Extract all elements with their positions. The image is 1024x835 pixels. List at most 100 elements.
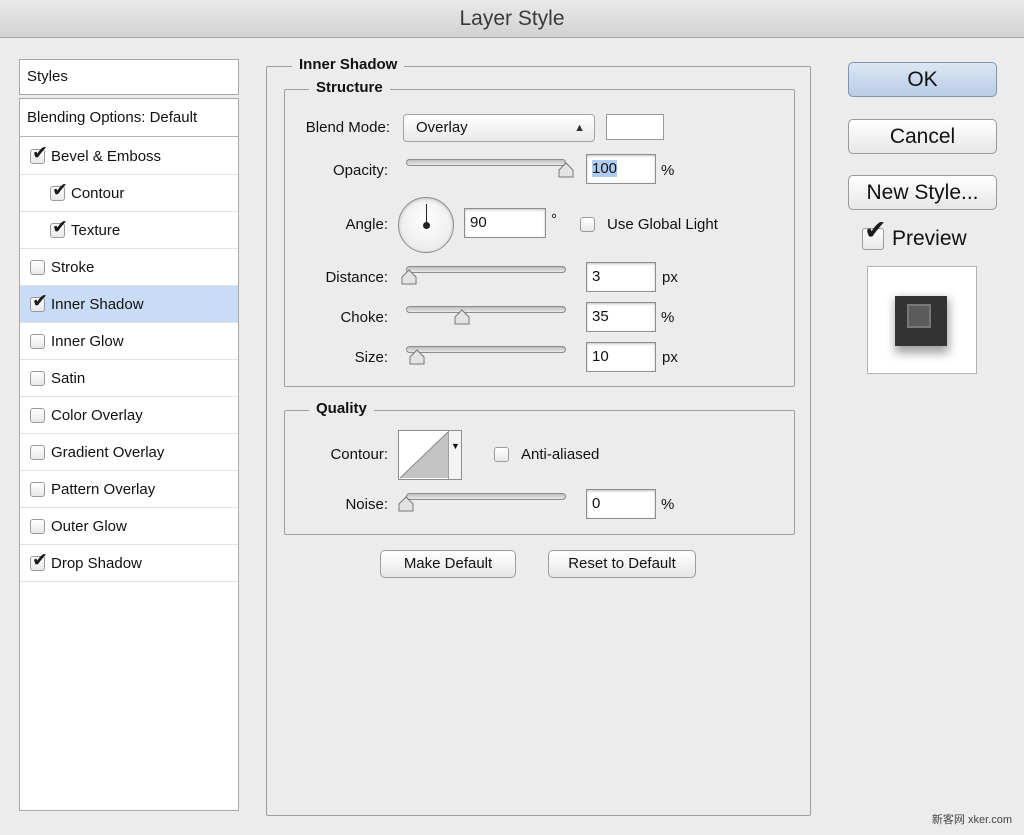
use-global-light-checkbox[interactable] [580, 217, 595, 232]
size-field[interactable]: 10 [586, 342, 656, 372]
sidebar-checkbox[interactable] [30, 259, 45, 275]
structure-title: Structure [309, 79, 390, 97]
noise-value: 0 [592, 495, 601, 512]
sidebar-item-color-overlay[interactable]: Color Overlay [20, 397, 238, 434]
distance-slider-thumb[interactable] [400, 269, 418, 285]
window-title: Layer Style [0, 0, 1024, 38]
angle-label: Angle: [345, 216, 388, 233]
preview-row[interactable]: ✔ Preview [862, 217, 967, 251]
sidebar-item-drop-shadow[interactable]: ✔ Drop Shadow [20, 545, 238, 582]
styles-header[interactable]: Styles [19, 59, 239, 95]
sidebar-item-label: Drop Shadow [51, 554, 142, 572]
opacity-unit: % [661, 162, 675, 179]
blend-mode-value: Overlay [416, 119, 468, 136]
sidebar-checkbox[interactable]: ✔ [50, 218, 68, 238]
opacity-value: 100 [592, 160, 618, 177]
sidebar-checkbox[interactable] [30, 444, 45, 460]
anti-aliased-row[interactable]: Anti-aliased [494, 446, 599, 463]
noise-slider-thumb[interactable] [397, 496, 415, 512]
sidebar-item-outer-glow[interactable]: Outer Glow [20, 508, 238, 545]
sidebar-item-inner-glow[interactable]: Inner Glow [20, 323, 238, 360]
preview-checkbox[interactable]: ✔ [862, 217, 887, 250]
sidebar-checkbox[interactable] [30, 333, 45, 349]
sidebar-item-label: Inner Shadow [51, 295, 144, 313]
choke-value: 35 [592, 308, 609, 325]
opacity-field[interactable]: 100 [586, 154, 656, 184]
preview-swatch-image [895, 296, 949, 353]
sidebar-item-label: Outer Glow [51, 517, 127, 535]
size-label: Size: [354, 349, 388, 366]
sidebar-item-satin[interactable]: Satin [20, 360, 238, 397]
choke-unit: % [661, 309, 675, 326]
sidebar-checkbox[interactable] [30, 370, 45, 386]
sidebar-item-texture[interactable]: ✔ Texture [20, 212, 238, 249]
opacity-slider[interactable] [406, 159, 566, 166]
inner-shadow-title: Inner Shadow [292, 56, 405, 74]
check-mark-icon: ✔ [52, 179, 68, 201]
choke-slider[interactable] [406, 306, 566, 313]
angle-value: 90 [470, 214, 487, 231]
cancel-button[interactable]: Cancel [848, 119, 997, 154]
blend-mode-label: Blend Mode: [305, 119, 390, 136]
noise-field[interactable]: 0 [586, 489, 656, 519]
reset-to-default-button[interactable]: Reset to Default [548, 550, 696, 578]
shadow-color-swatch[interactable] [606, 114, 664, 140]
noise-label: Noise: [345, 496, 388, 513]
check-mark-icon: ✔ [52, 216, 68, 238]
triangle-down-icon: ▼ [451, 441, 460, 451]
angle-field[interactable]: 90 [464, 208, 546, 238]
sidebar-item-contour[interactable]: ✔ Contour [20, 175, 238, 212]
sidebar-item-label: Satin [51, 369, 86, 387]
sidebar-item-label: Pattern Overlay [51, 480, 156, 498]
dialog-body: Styles Blending Options: Default ✔ Bevel … [0, 38, 1024, 835]
noise-unit: % [661, 496, 675, 513]
noise-slider[interactable] [406, 493, 566, 500]
contour-picker[interactable]: ▼ [398, 430, 462, 480]
watermark-text: 新客网 xker.com [931, 814, 1012, 826]
anti-aliased-checkbox[interactable] [494, 447, 509, 462]
distance-field[interactable]: 3 [586, 262, 656, 292]
sidebar-checkbox[interactable]: ✔ [50, 181, 68, 201]
choke-field[interactable]: 35 [586, 302, 656, 332]
preview-label: Preview [892, 227, 967, 250]
sidebar-checkbox[interactable] [30, 407, 45, 423]
size-slider[interactable] [406, 346, 566, 353]
sidebar-item-bevel-emboss[interactable]: ✔ Bevel & Emboss [20, 138, 238, 175]
choke-slider-thumb[interactable] [453, 309, 471, 325]
sidebar-item-inner-shadow[interactable]: ✔ Inner Shadow [20, 286, 238, 323]
sidebar-item-gradient-overlay[interactable]: Gradient Overlay [20, 434, 238, 471]
quality-title: Quality [309, 400, 374, 418]
sidebar-checkbox[interactable]: ✔ [30, 144, 48, 164]
new-style-button[interactable]: New Style... [848, 175, 997, 210]
size-unit: px [662, 349, 678, 366]
styles-list: Blending Options: Default ✔ Bevel & Embos… [19, 98, 239, 811]
sidebar-checkbox[interactable]: ✔ [30, 551, 48, 571]
contour-dropdown[interactable]: ▼ [448, 431, 461, 479]
size-slider-thumb[interactable] [408, 349, 426, 365]
sidebar-checkbox[interactable]: ✔ [30, 292, 48, 312]
blend-mode-select[interactable]: Overlay ▲ [403, 114, 595, 142]
angle-dial-icon[interactable] [398, 197, 454, 253]
sidebar-item-stroke[interactable]: Stroke [20, 249, 238, 286]
sidebar-item-label: Contour [71, 184, 125, 202]
opacity-slider-thumb[interactable] [557, 162, 575, 178]
anti-aliased-label: Anti-aliased [521, 446, 600, 463]
sidebar-item-label: Bevel & Emboss [51, 147, 162, 165]
sidebar-item-label: Stroke [51, 258, 95, 276]
sidebar-checkbox[interactable] [30, 481, 45, 497]
sidebar-item-pattern-overlay[interactable]: Pattern Overlay [20, 471, 238, 508]
check-mark-icon: ✔ [32, 142, 48, 164]
updown-arrows-icon: ▲ [574, 122, 585, 134]
check-mark-icon: ✔ [864, 215, 887, 245]
ok-button[interactable]: OK [848, 62, 997, 97]
sidebar-item-label: Texture [71, 221, 121, 239]
use-global-light-row[interactable]: Use Global Light [580, 216, 718, 233]
check-mark-icon: ✔ [32, 290, 48, 312]
preview-thumbnail [867, 266, 977, 374]
sidebar-checkbox[interactable] [30, 518, 45, 534]
blending-options-item[interactable]: Blending Options: Default [20, 99, 238, 137]
contour-curve-icon [399, 431, 449, 479]
make-default-button[interactable]: Make Default [380, 550, 516, 578]
distance-unit: px [662, 269, 678, 286]
distance-slider[interactable] [406, 266, 566, 273]
